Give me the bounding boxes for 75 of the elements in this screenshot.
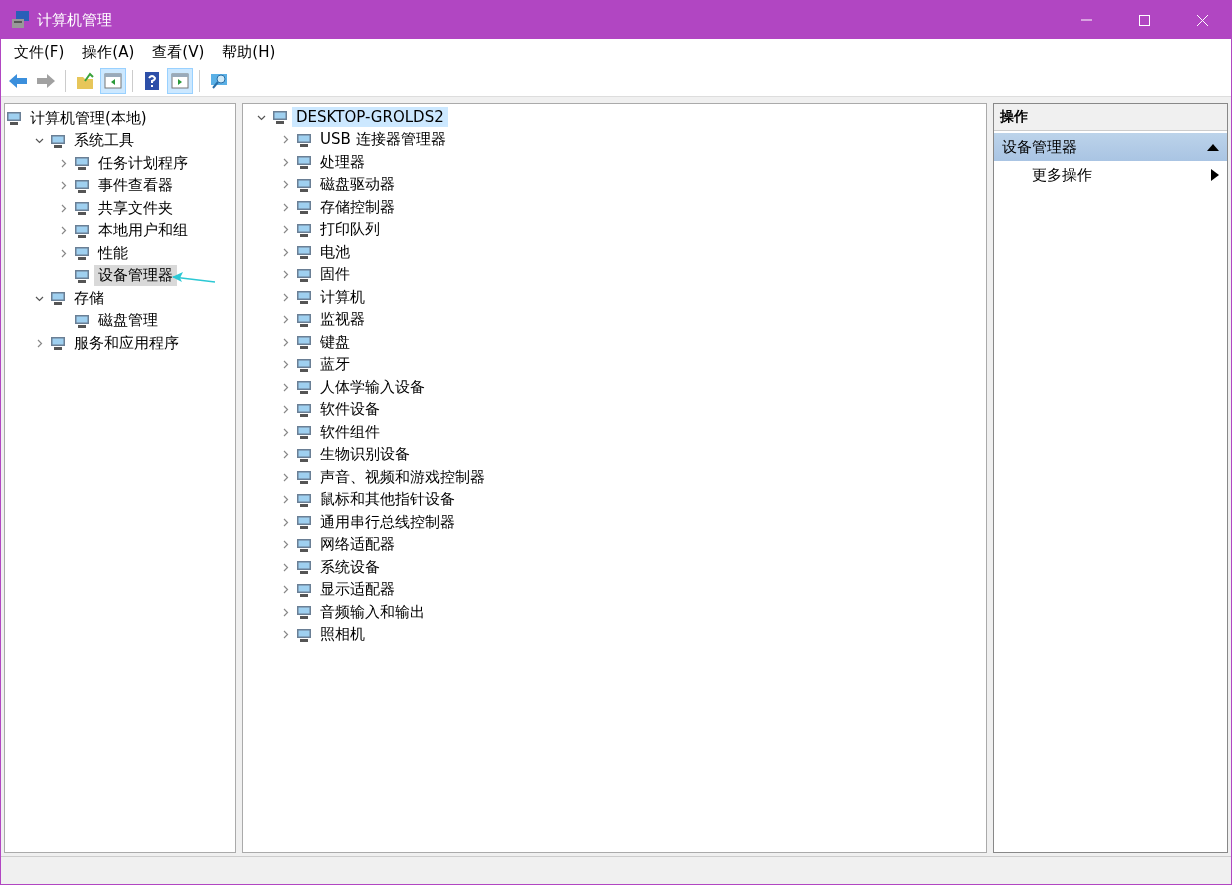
actions-section-header[interactable]: 设备管理器 — [994, 133, 1227, 161]
panel-icon — [103, 71, 123, 91]
device-icon — [49, 334, 67, 353]
window-title: 计算机管理 — [37, 10, 113, 30]
device-icon — [295, 423, 313, 442]
tree-item[interactable]: 电池 — [316, 241, 354, 263]
magnifier-monitor-icon — [209, 71, 229, 91]
tree-item[interactable]: 处理器 — [316, 151, 369, 173]
tree-item[interactable]: 照相机 — [316, 624, 369, 646]
device-icon — [295, 603, 313, 622]
tree-item[interactable]: 人体学输入设备 — [316, 376, 429, 398]
device-icon — [295, 513, 313, 532]
tree-item[interactable]: 存储 — [70, 287, 108, 309]
tree-item[interactable]: 声音、视频和游戏控制器 — [316, 466, 489, 488]
tree-item[interactable]: 显示适配器 — [316, 579, 399, 601]
device-icon — [295, 288, 313, 307]
device-icon — [295, 333, 313, 352]
device-icon — [271, 108, 289, 127]
section-title: 设备管理器 — [1002, 137, 1077, 157]
folder-icon — [75, 71, 95, 91]
device-icon — [73, 199, 91, 218]
tree-item[interactable]: DESKTOP-GROLDS2 — [292, 107, 448, 128]
tree-item[interactable]: 音频输入和输出 — [316, 601, 429, 623]
tree-item[interactable]: 共享文件夹 — [94, 197, 177, 219]
tree-item[interactable]: 打印队列 — [316, 219, 384, 241]
device-icon — [295, 243, 313, 262]
tree-item[interactable]: 蓝牙 — [316, 354, 354, 376]
tree-item[interactable]: 设备管理器 — [94, 265, 177, 287]
submenu-triangle-icon — [1211, 169, 1219, 181]
tree-item[interactable]: 计算机 — [316, 286, 369, 308]
tree-item[interactable]: USB 连接器管理器 — [316, 129, 450, 151]
panel-icon — [170, 71, 190, 91]
computer-icon — [11, 10, 31, 30]
actions-header: 操作 — [994, 104, 1227, 131]
tree-item[interactable]: 鼠标和其他指针设备 — [316, 489, 459, 511]
menu-item[interactable]: 查看(V) — [143, 41, 214, 64]
back-arrow-icon — [8, 71, 28, 91]
tree-item[interactable]: 软件组件 — [316, 421, 384, 443]
device-icon — [73, 244, 91, 263]
tree-item[interactable]: 本地用户和组 — [94, 220, 192, 242]
tree-item[interactable]: 系统设备 — [316, 556, 384, 578]
tree-item[interactable]: 性能 — [94, 242, 132, 264]
device-icon — [295, 198, 313, 217]
tree-item[interactable]: 键盘 — [316, 331, 354, 353]
action-label: 更多操作 — [1032, 165, 1092, 185]
annotation-arrow-icon — [171, 272, 217, 284]
forward-arrow-icon — [36, 71, 56, 91]
device-icon — [5, 109, 23, 128]
device-icon — [295, 153, 313, 172]
menu-item[interactable]: 操作(A) — [73, 41, 144, 64]
device-icon — [295, 378, 313, 397]
tree-item[interactable]: 网络适配器 — [316, 534, 399, 556]
tree-item[interactable]: 存储控制器 — [316, 196, 399, 218]
help-icon — [142, 71, 162, 91]
tree-item[interactable]: 计算机管理(本地) — [26, 107, 151, 129]
tree-item[interactable]: 磁盘管理 — [94, 310, 162, 332]
tree-item[interactable]: 通用串行总线控制器 — [316, 511, 459, 533]
close-icon[interactable] — [1196, 14, 1208, 26]
tree-item[interactable]: 系统工具 — [70, 130, 138, 152]
action-link[interactable]: 更多操作 — [994, 161, 1227, 189]
tree-item[interactable]: 磁盘驱动器 — [316, 174, 399, 196]
device-icon — [295, 468, 313, 487]
tree-item[interactable]: 任务计划程序 — [94, 152, 192, 174]
tree-item[interactable]: 事件查看器 — [94, 175, 177, 197]
device-icon — [73, 154, 91, 173]
menu-item[interactable]: 帮助(H) — [213, 41, 285, 64]
tree-item[interactable]: 生物识别设备 — [316, 444, 414, 466]
menu-item[interactable]: 文件(F) — [5, 41, 74, 64]
tree-item[interactable]: 软件设备 — [316, 399, 384, 421]
device-icon — [295, 558, 313, 577]
tree-item[interactable]: 服务和应用程序 — [70, 332, 183, 354]
maximize-icon[interactable] — [1138, 14, 1150, 26]
tree-item[interactable]: 固件 — [316, 264, 354, 286]
tree-item[interactable]: 监视器 — [316, 309, 369, 331]
device-icon — [49, 289, 67, 308]
